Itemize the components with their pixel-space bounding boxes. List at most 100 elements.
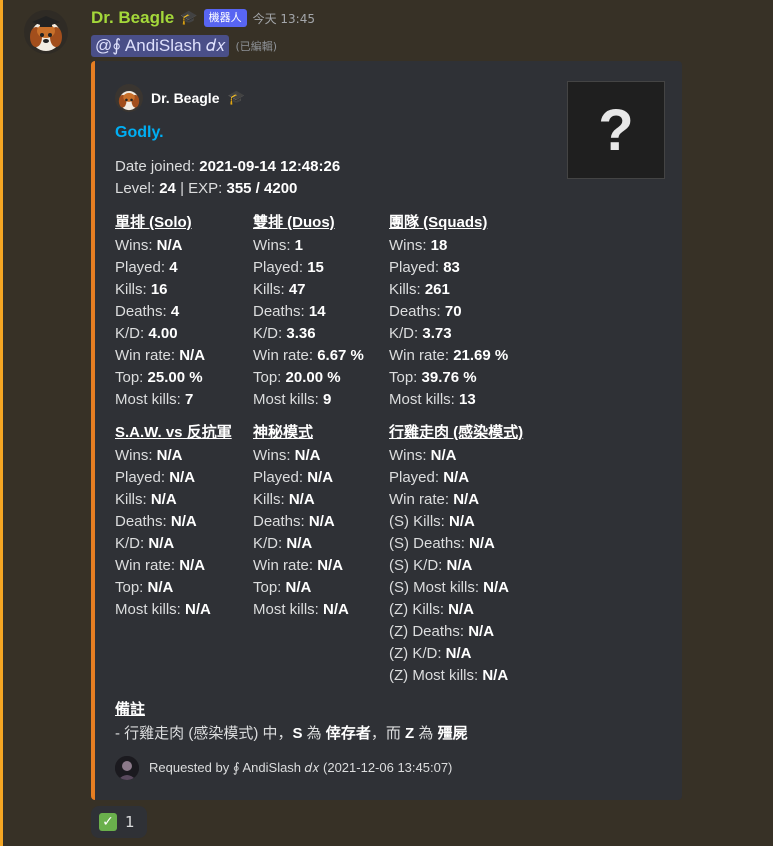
note-mid: 為	[414, 725, 438, 742]
stat-value: 9	[323, 391, 332, 408]
stat-value: N/A	[169, 469, 196, 486]
stat-label: (S) Deaths:	[389, 535, 465, 552]
stat-label: Played:	[115, 259, 166, 276]
stat-row: Win rate: 21.69 %	[389, 345, 508, 367]
stat-row: (S) K/D: N/A	[389, 555, 523, 577]
stat-label: Played:	[253, 259, 304, 276]
stat-label: (S) Most kills:	[389, 579, 479, 596]
note-mid: 為	[302, 725, 326, 742]
stat-row: Deaths: 4	[115, 301, 205, 323]
stat-label: Kills:	[115, 281, 147, 298]
stat-label: Top:	[115, 579, 144, 596]
stat-label: Most kills:	[253, 391, 319, 408]
stat-value: 6.67 %	[317, 347, 364, 364]
stat-value: N/A	[469, 535, 495, 552]
stat-row: Played: 4	[115, 257, 205, 279]
stat-value: N/A	[308, 513, 335, 530]
stat-value: N/A	[156, 237, 183, 254]
edited-label[interactable]: (已編輯)	[235, 38, 277, 54]
stat-label: Most kills:	[115, 601, 181, 618]
stat-value: N/A	[150, 491, 177, 508]
avatar[interactable]	[24, 10, 68, 54]
stat-value: N/A	[179, 557, 206, 574]
stat-row: Wins: 1	[253, 235, 364, 257]
stat-row: Kills: N/A	[253, 489, 349, 511]
level-label: Level:	[115, 180, 156, 197]
stat-label: Deaths:	[253, 513, 305, 530]
stat-row: Most kills: 7	[115, 389, 205, 411]
stat-value: N/A	[468, 623, 495, 640]
stat-value: 83	[443, 259, 460, 276]
stat-label: Top:	[253, 369, 282, 386]
stat-row: K/D: 4.00	[115, 323, 205, 345]
stat-row: (Z) Most kills: N/A	[389, 665, 523, 687]
stat-row: K/D: N/A	[253, 533, 349, 555]
stat-label: Most kills:	[389, 391, 455, 408]
stat-row: K/D: 3.36	[253, 323, 364, 345]
stat-label: Kills:	[253, 281, 285, 298]
stat-row: Wins: N/A	[115, 235, 205, 257]
date-joined-value: 2021-09-14 12:48:26	[199, 158, 341, 175]
bot-badge: 機器人	[203, 9, 247, 27]
stat-label: Played:	[253, 469, 304, 486]
reaction-count: 1	[125, 813, 135, 831]
stat-label: Wins:	[253, 237, 291, 254]
stat-value: 20.00 %	[285, 369, 341, 386]
stat-row: (S) Most kills: N/A	[389, 577, 523, 599]
stat-value: N/A	[286, 535, 313, 552]
stat-row: Top: 20.00 %	[253, 367, 364, 389]
stat-value: N/A	[323, 601, 349, 618]
stat-value: 3.36	[286, 325, 316, 342]
stat-value: N/A	[294, 447, 321, 464]
stat-value: 3.73	[422, 325, 452, 342]
level-value: 24	[159, 180, 176, 197]
stat-value: 16	[150, 281, 168, 298]
stat-label: (Z) Most kills:	[389, 667, 479, 684]
embed-title: Godly.	[115, 124, 164, 141]
field-title: S.A.W. vs 反抗軍	[115, 424, 232, 441]
stat-value: N/A	[453, 491, 480, 508]
stat-row: Win rate: N/A	[253, 555, 349, 577]
level-exp: Level: 24 | EXP: 355 / 4200	[115, 180, 297, 197]
stat-value: N/A	[288, 491, 315, 508]
note-s: S	[292, 725, 303, 742]
stat-label: Most kills:	[115, 391, 181, 408]
stat-label: Win rate:	[253, 557, 314, 574]
stat-value: N/A	[156, 447, 183, 464]
stat-label: (S) K/D:	[389, 557, 443, 574]
stat-value: 47	[288, 281, 306, 298]
stat-label: Deaths:	[389, 303, 441, 320]
stat-label: Win rate:	[253, 347, 314, 364]
stat-row: Most kills: N/A	[115, 599, 232, 621]
thumbnail[interactable]: ?	[567, 81, 665, 179]
stat-row: Deaths: 70	[389, 301, 508, 323]
stat-value: N/A	[179, 347, 206, 364]
stat-value: 18	[430, 237, 448, 254]
field-title: 團隊 (Squads)	[389, 214, 488, 231]
stat-value: N/A	[448, 601, 475, 618]
stat-row: Most kills: N/A	[253, 599, 349, 621]
stat-label: K/D:	[253, 325, 283, 342]
embed-footer: Requested by ∮ AndiSlash 𝑑𝑥 (2021-12-06 …	[115, 756, 452, 780]
stat-label: Kills:	[115, 491, 147, 508]
stat-row: Top: N/A	[115, 577, 232, 599]
stat-value: N/A	[185, 601, 211, 618]
exp-label: | EXP:	[180, 180, 223, 197]
stat-row: Win rate: N/A	[115, 555, 232, 577]
stat-value: 4.00	[148, 325, 178, 342]
username[interactable]: Dr. Beagle	[91, 8, 174, 28]
stat-value: 4	[169, 259, 178, 276]
field-saw: S.A.W. vs 反抗軍 Wins: N/A Played: N/A Kills:…	[115, 420, 232, 621]
stat-row: Win rate: N/A	[115, 345, 205, 367]
stat-row: Kills: 47	[253, 279, 364, 301]
stats-embed: Dr. Beagle 🎓 Godly. ? Date joined: 2021-…	[91, 61, 682, 800]
note-prefix: - 行雞走肉 (感染模式) 中，	[115, 725, 293, 742]
reaction-button[interactable]: ✓ 1	[91, 806, 147, 838]
timestamp[interactable]: 今天 13:45	[253, 10, 315, 27]
note-mid: ，而	[370, 725, 406, 742]
stat-row: (Z) Deaths: N/A	[389, 621, 523, 643]
stat-label: K/D:	[115, 325, 145, 342]
field-title: 神秘模式	[253, 424, 314, 441]
user-mention[interactable]: @∮ AndiSlash 𝑑𝑥	[91, 35, 230, 57]
stat-row: Win rate: N/A	[389, 489, 523, 511]
